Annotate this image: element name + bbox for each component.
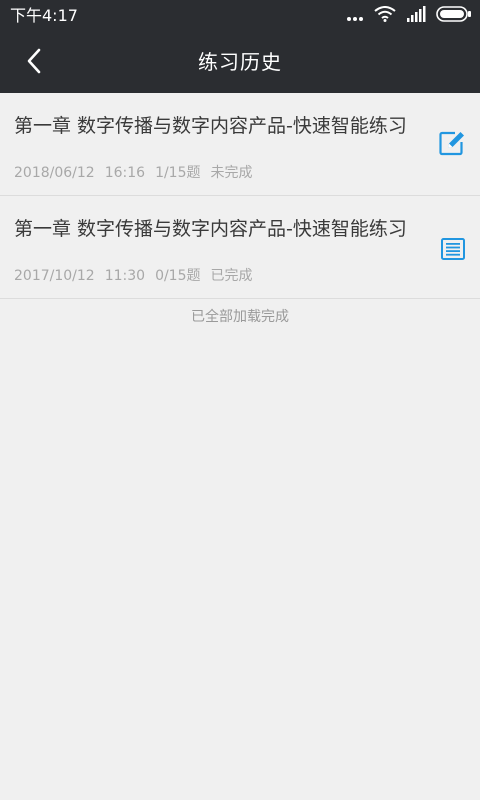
history-list: 第一章 数字传播与数字内容产品-快速智能练习 2018/06/12 16:16 1/… xyxy=(0,93,480,299)
history-item-time: 16:16 xyxy=(104,165,146,181)
history-item[interactable]: 第一章 数字传播与数字内容产品-快速智能练习 2018/06/12 16:16 1/… xyxy=(0,93,480,196)
edit-icon xyxy=(439,130,467,160)
wifi-icon xyxy=(374,6,396,26)
history-item[interactable]: 第一章 数字传播与数字内容产品-快速智能练习 2017/10/12 11:30 0/… xyxy=(0,196,480,299)
report-icon xyxy=(441,238,465,264)
load-complete-text: 已全部加载完成 xyxy=(191,309,289,325)
history-item-status: 已完成 xyxy=(210,268,253,284)
history-item-date: 2018/06/12 xyxy=(14,165,95,181)
view-report-button[interactable] xyxy=(438,236,468,266)
history-item-title: 第一章 数字传播与数字内容产品-快速智能练习 xyxy=(14,218,407,240)
continue-practice-button[interactable] xyxy=(438,130,468,160)
history-item-title: 第一章 数字传播与数字内容产品-快速智能练习 xyxy=(14,115,407,137)
history-item-time: 11:30 xyxy=(104,268,146,284)
status-time: 下午4:17 xyxy=(10,6,78,25)
history-item-meta: 2018/06/12 16:16 1/15题 未完成 xyxy=(14,164,263,182)
status-bar: 下午4:17 xyxy=(0,0,480,32)
history-item-status: 未完成 xyxy=(210,165,253,181)
nav-bar: 练习历史 xyxy=(0,32,480,93)
history-item-meta: 2017/10/12 11:30 0/15题 已完成 xyxy=(14,267,263,285)
signal-icon xyxy=(406,6,426,26)
history-item-date: 2017/10/12 xyxy=(14,268,95,284)
more-dots-icon xyxy=(346,7,364,26)
history-item-progress: 0/15题 xyxy=(155,268,201,284)
battery-icon xyxy=(436,6,472,26)
page-title: 练习历史 xyxy=(198,50,282,74)
history-item-progress: 1/15题 xyxy=(155,165,201,181)
status-icons xyxy=(346,6,472,26)
